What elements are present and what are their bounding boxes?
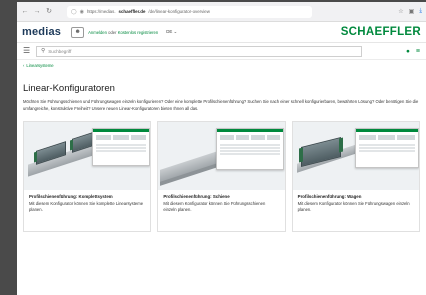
lock-icon: ◉: [79, 8, 84, 15]
shield-extension-icon[interactable]: ▣: [409, 8, 415, 15]
language-selector[interactable]: DE ⌄: [166, 29, 177, 35]
url-domain: schaeffler.de: [118, 9, 146, 14]
forward-icon[interactable]: →: [33, 8, 41, 15]
url-prefix: https://medias.: [86, 9, 116, 14]
shield-icon: ◯: [71, 8, 77, 15]
url-path: /de/linear-konfigurator-overview: [148, 9, 210, 14]
configurator-card-rail[interactable]: Profilschienenführung: Schiene Mit diese…: [157, 121, 286, 232]
login-separator: oder: [108, 29, 117, 35]
configurator-card-complete-system[interactable]: Profilschienenführung: Komplettsystem Mi…: [23, 121, 152, 232]
card-title[interactable]: Profilschienenführung: Wagen: [298, 194, 414, 199]
reload-icon[interactable]: ↻: [45, 8, 53, 15]
download-icon[interactable]: ⤓: [419, 8, 422, 15]
search-input[interactable]: ⚲ Suchbegriff: [36, 45, 363, 57]
configurator-card-carriage[interactable]: Profilschienenführung: Wagen Mit diesem …: [291, 121, 420, 232]
main-content: Linear-Konfiguratoren Möchten Sie Führun…: [17, 83, 426, 232]
schaeffler-logo[interactable]: SCHAEFFLER: [341, 26, 421, 38]
page-title: Linear-Konfiguratoren: [23, 83, 115, 94]
carriage-image: [292, 122, 419, 190]
browser-actions: ☆ ▣ ⤓: [398, 8, 422, 15]
address-bar[interactable]: ◯ ◉ https://medias. schaeffler.de/de/line…: [67, 5, 312, 18]
search-row: ☰ ⚲ Suchbegriff ● ≡: [17, 43, 426, 60]
medias-logo[interactable]: medias: [22, 26, 61, 38]
card-description: Mit diesem Konfigurator können Sie Führu…: [163, 201, 266, 212]
language-label: DE: [166, 29, 173, 34]
card-body: Profilschienenführung: Schiene Mit diese…: [158, 190, 284, 217]
browser-toolbar: ← → ↻ ◯ ◉ https://medias. schaeffler.de/d…: [17, 2, 426, 22]
chevron-down-icon: ⌄: [173, 29, 178, 34]
card-title[interactable]: Profilschienenführung: Komplettsystem: [29, 194, 145, 199]
intro-text: Möchten Sie Führungsschienen und Führung…: [23, 99, 419, 111]
login-links: Anmelden oder Kostenlos registrieren: [88, 30, 158, 35]
register-link[interactable]: Kostenlos registrieren: [118, 30, 159, 35]
menu-icon[interactable]: ☰: [23, 47, 30, 55]
site-header: medias ☻ Anmelden oder Kostenlos registr…: [17, 22, 426, 43]
rail-image: [158, 122, 285, 190]
login-link[interactable]: Anmelden: [88, 30, 107, 35]
location-pin-icon[interactable]: ●: [406, 48, 410, 55]
card-description: Mit diesem Konfigurator können Sie Führu…: [297, 201, 410, 212]
card-body: Profilschienenführung: Komplettsystem Mi…: [24, 190, 150, 217]
card-description: Mit diesem Konfigurator können Sie kompl…: [29, 201, 144, 212]
card-title[interactable]: Profilschienenführung: Schiene: [163, 194, 279, 199]
bookmark-icon[interactable]: ☆: [398, 8, 403, 15]
complete-system-image: [24, 122, 151, 190]
breadcrumb[interactable]: ‹ Linearsysteme: [17, 60, 426, 71]
user-icon[interactable]: ☻: [71, 26, 85, 38]
chevron-left-icon: ‹: [23, 63, 25, 68]
card-body: Profilschienenführung: Wagen Mit diesem …: [293, 190, 419, 217]
browser-window: ← → ↻ ◯ ◉ https://medias. schaeffler.de/d…: [17, 2, 426, 295]
search-placeholder: Suchbegriff: [48, 48, 72, 54]
breadcrumb-back-link[interactable]: Linearsysteme: [26, 63, 53, 68]
search-icon: ⚲: [41, 48, 46, 54]
back-icon[interactable]: ←: [21, 8, 29, 15]
list-icon[interactable]: ≡: [416, 48, 420, 55]
configurator-cards: Profilschienenführung: Komplettsystem Mi…: [23, 121, 420, 232]
